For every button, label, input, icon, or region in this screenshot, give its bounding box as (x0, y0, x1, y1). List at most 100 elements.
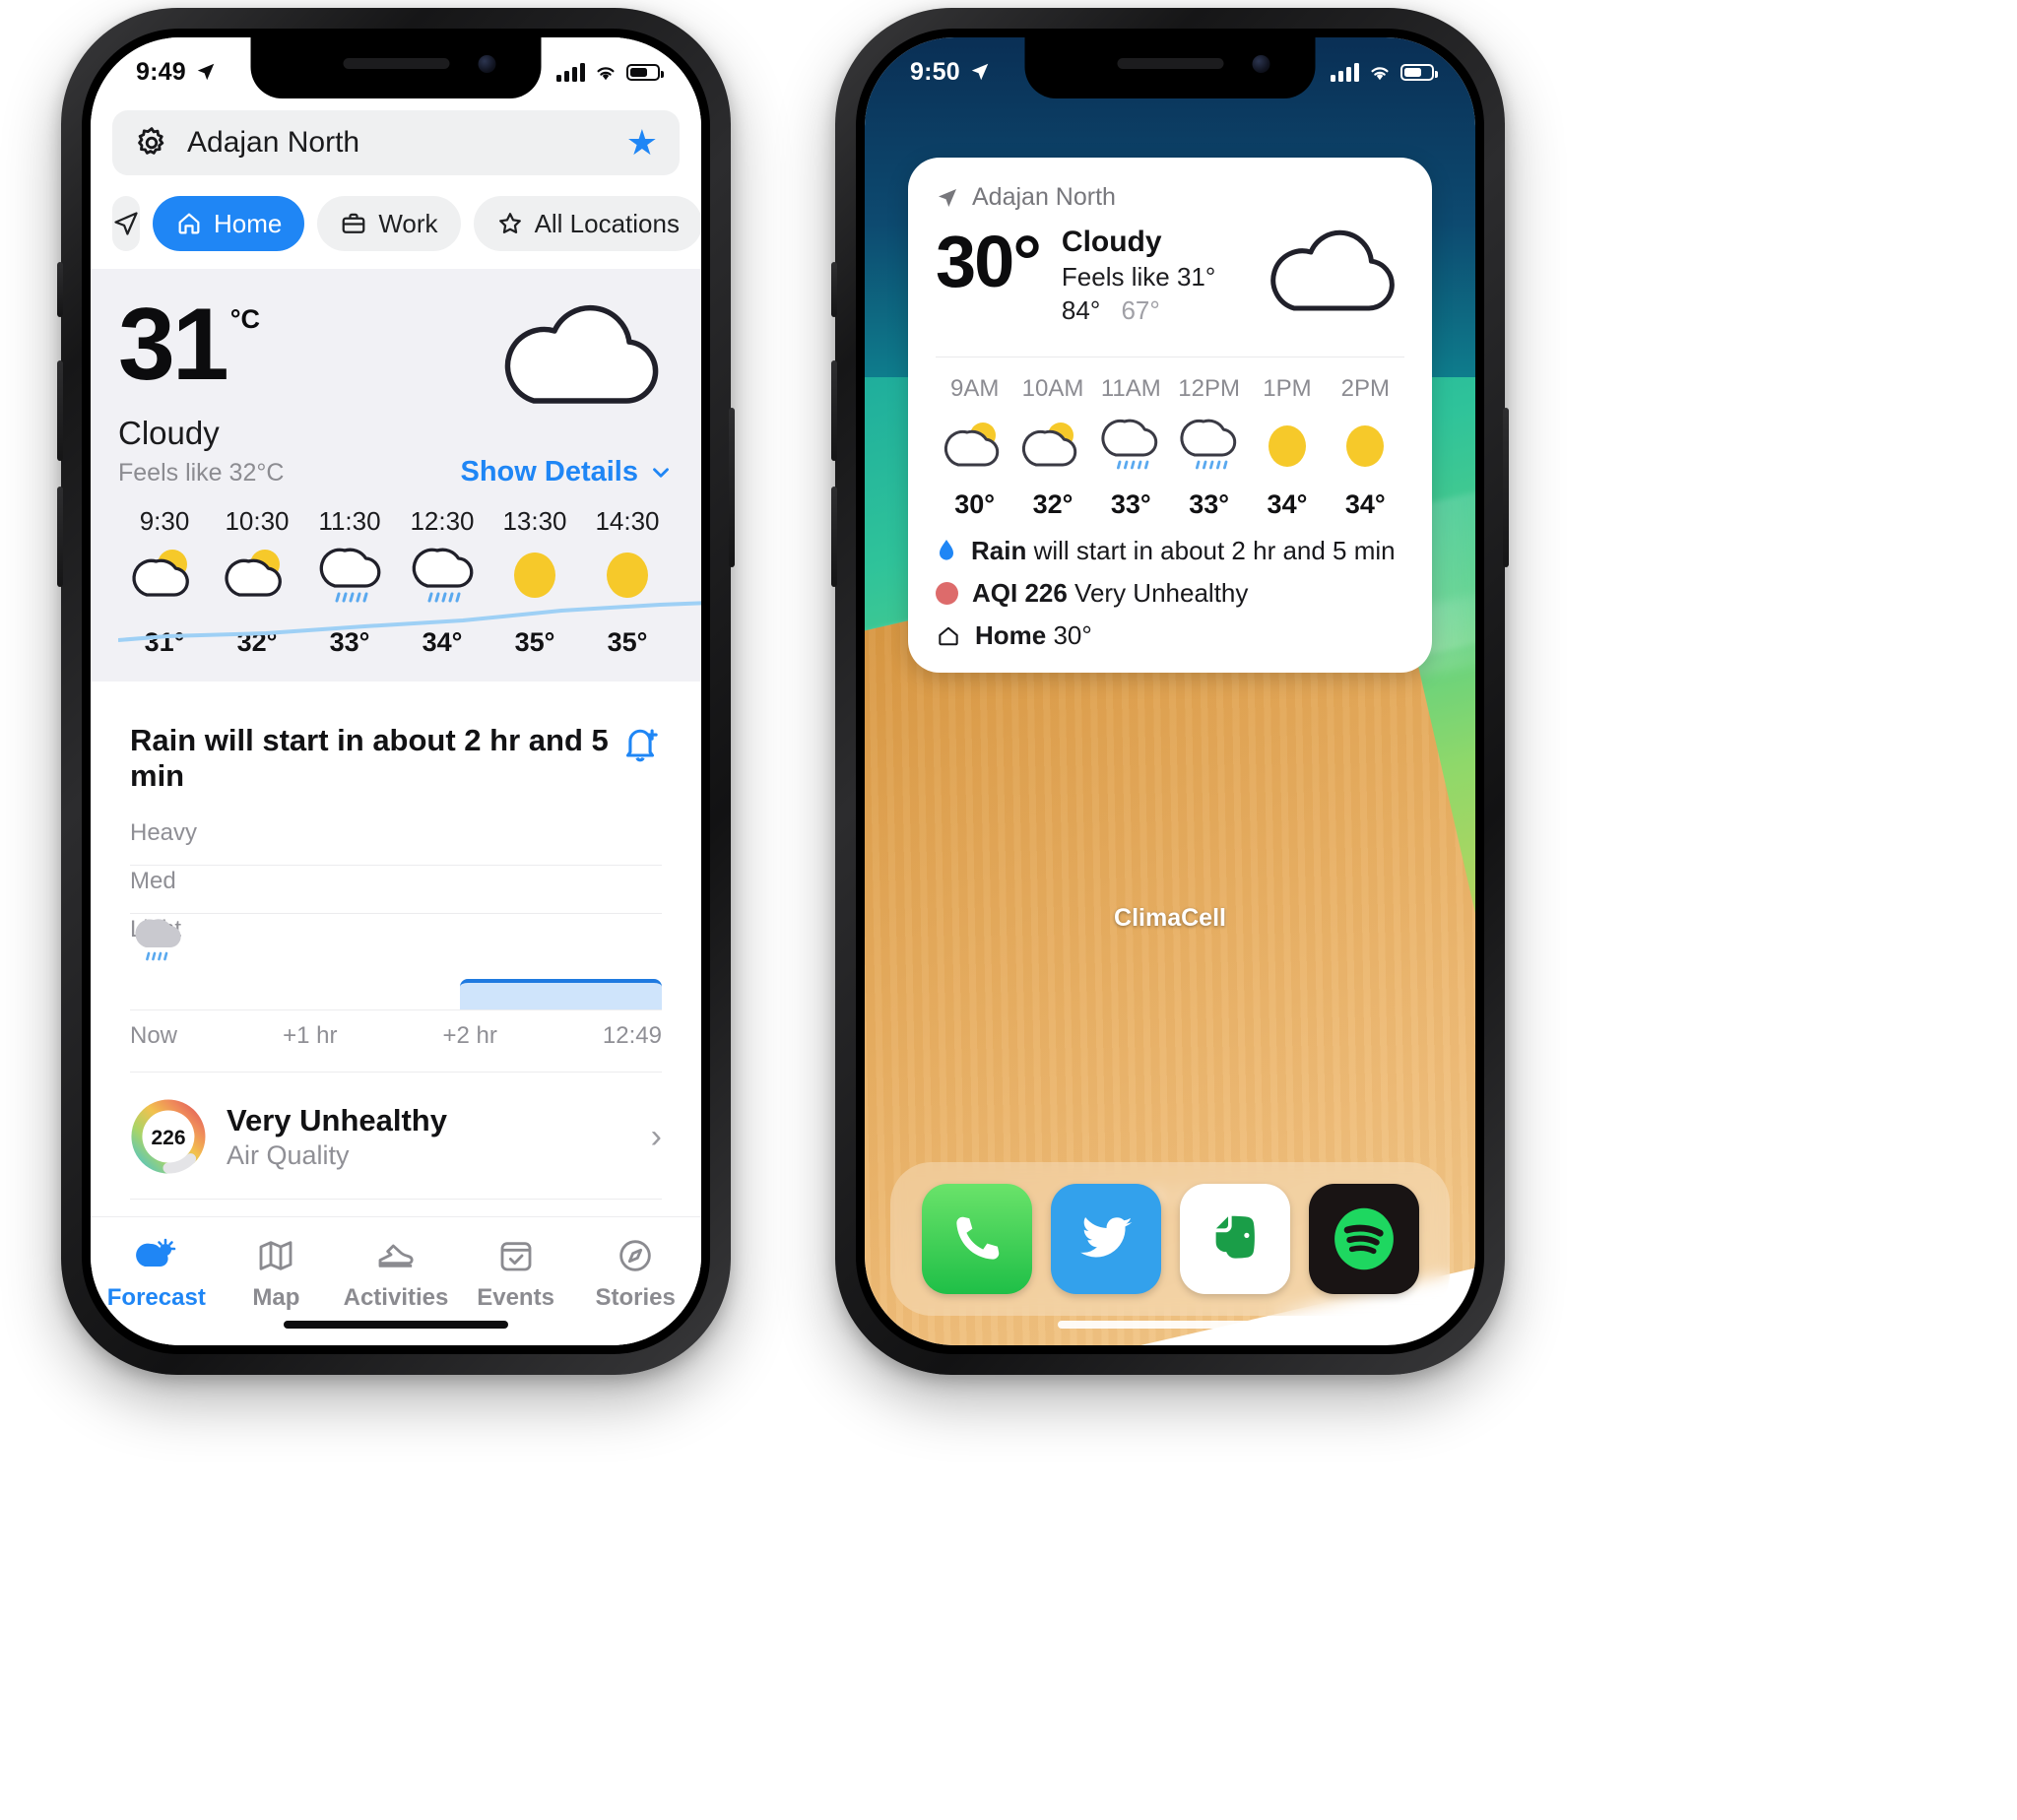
tab-label-map: Map (252, 1284, 300, 1311)
rain-level-row: Med (130, 866, 662, 914)
widget-hour-temp: 34° (1344, 489, 1386, 519)
sidebar-item-all-locations[interactable]: All Locations (473, 196, 701, 251)
chip-label-all-locations: All Locations (534, 208, 680, 238)
chip-label-home: Home (214, 208, 283, 238)
left-status-bar: 9:49 (91, 37, 701, 98)
feels-like-label: Feels like 32°C (118, 458, 285, 487)
hourly-icons-row (118, 537, 674, 614)
location-arrow-icon (939, 188, 956, 207)
rain-cloud-icon (130, 916, 187, 976)
sunny-icon (1248, 403, 1326, 489)
axis-tick: 12:49 (602, 1022, 662, 1049)
widget-location-name: Adajan North (972, 183, 1116, 211)
widget-current-block: 30° Cloudy Feels like 31° 84° 67° (936, 226, 1404, 335)
hour-time: 12:30 (410, 506, 475, 536)
sunny-icon (1327, 403, 1404, 489)
info-bold: Home (975, 620, 1047, 650)
left-phone-device: 9:49 Adajan North ★ Home Work All Locati… (57, 8, 735, 1375)
widget-temperature: 30° (936, 221, 1042, 302)
widget-info-list: Rain will start in about 2 hr and 5 min … (936, 536, 1404, 651)
tab-label-activities: Activities (343, 1284, 449, 1311)
aqi-dot-icon (936, 582, 958, 605)
chevron-down-icon (653, 467, 669, 478)
tab-label-events: Events (477, 1284, 554, 1311)
cloud-icon (504, 304, 659, 404)
bell-add-icon[interactable] (618, 723, 662, 771)
widget-hour-temp: 30° (954, 489, 996, 519)
rain-icon (1092, 403, 1170, 489)
rain-level-row: Heavy (130, 817, 662, 866)
status-time: 9:49 (136, 57, 186, 86)
tab-map[interactable]: Map (217, 1233, 337, 1312)
partly-cloudy-icon (118, 537, 211, 614)
hour-time: 13:30 (502, 506, 567, 536)
temperature-unit: °C (229, 304, 260, 334)
tab-stories[interactable]: Stories (575, 1233, 695, 1312)
hour-time: 10:30 (225, 506, 290, 536)
phone-app-icon[interactable] (921, 1184, 1032, 1294)
home-indicator[interactable] (284, 1321, 508, 1329)
info-rest: Very Unhealthy (1067, 578, 1249, 608)
rain-icon (303, 537, 396, 614)
sidebar-item-home[interactable]: Home (153, 196, 305, 251)
chevron-right-icon[interactable]: › (651, 1118, 662, 1156)
widget-hour-time: 9AM (949, 375, 1000, 402)
location-arrow-icon (197, 63, 215, 81)
widget-info-aqi: AQI 226 Very Unhealthy (936, 578, 1404, 609)
rain-icon (396, 537, 488, 614)
right-phone-bezel: 9:50 Adajan North 30° Cloudy Feels like … (856, 29, 1484, 1354)
spotify-app-icon[interactable] (1308, 1184, 1419, 1294)
wifi-icon (1371, 66, 1389, 80)
left-phone-screen: 9:49 Adajan North ★ Home Work All Locati… (91, 37, 701, 1345)
gear-icon[interactable] (134, 125, 169, 161)
tab-activities[interactable]: Activities (336, 1233, 456, 1312)
hour-time: 9:30 (139, 506, 190, 536)
navigation-arrow-icon (114, 212, 138, 235)
tab-events[interactable]: Events (456, 1233, 576, 1312)
rain-level-row: Light (130, 914, 662, 1010)
widget-brand-label: ClimaCell (1114, 904, 1226, 932)
cloud-icon (1257, 228, 1404, 335)
status-time: 9:50 (910, 57, 960, 86)
metrics-row: 47% Humidity 100% Clouds 2m/s (130, 1199, 662, 1216)
tab-forecast[interactable]: Forecast (97, 1233, 217, 1312)
widget-hour-time: 2PM (1340, 375, 1390, 402)
widget-hour-times: 9AM 10AM 11AM 12PM 1PM 2PM (936, 375, 1404, 403)
hourly-times-row: 9:30 10:30 11:30 12:30 13:30 14:30 (118, 506, 674, 537)
chip-label-work: Work (378, 208, 438, 238)
twitter-app-icon[interactable] (1050, 1184, 1161, 1294)
tab-label-stories: Stories (595, 1284, 676, 1311)
location-chip-list: Home Work All Locations (112, 196, 701, 269)
show-details-button[interactable]: Show Details (461, 456, 675, 488)
rain-card-title: Rain will start in about 2 hr and 5 min (130, 723, 609, 793)
aqi-gauge-icon: 226 (131, 1099, 206, 1174)
right-phone-screen: 9:50 Adajan North 30° Cloudy Feels like … (865, 37, 1475, 1345)
forecast-icon (97, 1233, 217, 1278)
home-icon (939, 626, 958, 645)
screenshot-stage: 9:49 Adajan North ★ Home Work All Locati… (0, 0, 2017, 1820)
star-icon[interactable]: ★ (626, 125, 658, 161)
evernote-app-icon[interactable] (1179, 1184, 1290, 1294)
weather-widget[interactable]: Adajan North 30° Cloudy Feels like 31° 8… (908, 158, 1432, 673)
sidebar-item-current-location[interactable] (112, 196, 140, 251)
rain-icon (1170, 403, 1248, 489)
temperature-value: 31 (118, 288, 229, 402)
home-indicator[interactable] (1058, 1321, 1282, 1329)
widget-hour-temps: 30° 32° 33° 33° 34° 34° (936, 489, 1404, 520)
right-phone-device: 9:50 Adajan North 30° Cloudy Feels like … (831, 8, 1509, 1375)
show-details-label: Show Details (460, 456, 639, 488)
air-quality-row[interactable]: 226 Very Unhealthy Air Quality › (130, 1072, 662, 1199)
current-temperature: 31 °C (118, 288, 284, 402)
rain-intensity-chart: Heavy Med Light Now +1 (130, 817, 662, 1050)
hourly-forecast-strip[interactable]: 9:30 10:30 11:30 12:30 13:30 14:30 31° 3… (118, 506, 701, 674)
axis-tick: +1 hr (283, 1022, 338, 1049)
cellular-bars-icon (556, 62, 585, 82)
app-dock (890, 1162, 1450, 1316)
rain-level-label: Med (130, 868, 176, 894)
widget-hour-icons (936, 403, 1404, 489)
widget-condition: Cloudy (1061, 226, 1162, 258)
location-search-bar[interactable]: Adajan North ★ (112, 110, 680, 175)
sidebar-item-work[interactable]: Work (317, 196, 461, 251)
partly-cloudy-icon (1013, 403, 1091, 489)
sunny-icon (581, 537, 674, 614)
